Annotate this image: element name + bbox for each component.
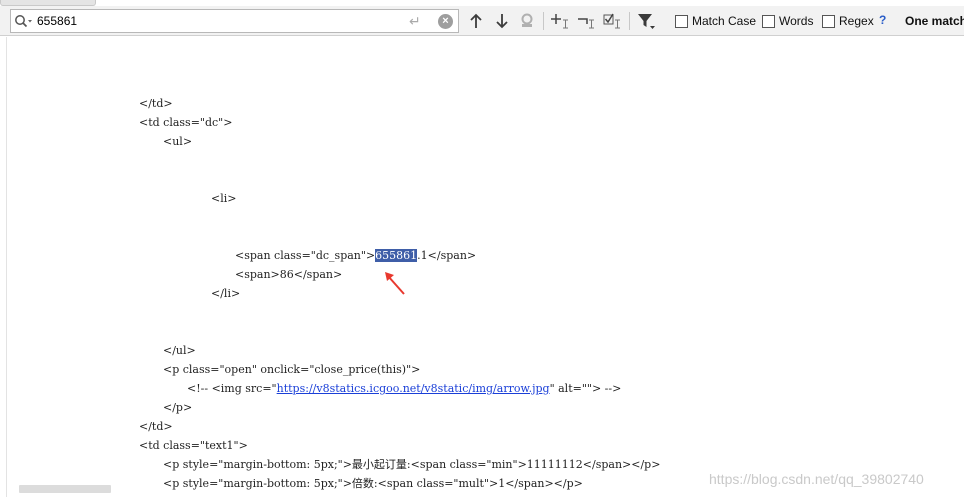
- clear-search-icon[interactable]: ×: [438, 14, 453, 29]
- search-icon[interactable]: [14, 14, 34, 33]
- filter-button[interactable]: [636, 9, 658, 33]
- words-option[interactable]: Words: [762, 12, 813, 30]
- previous-occurrence-button[interactable]: [465, 9, 487, 33]
- code-line: <ul>: [163, 135, 193, 148]
- code-line: <p style="margin-bottom: 5px;">倍数:<span …: [163, 477, 583, 490]
- code-line-comment: <!-- <img src="https://v8statics.icgoo.n…: [187, 382, 621, 396]
- code-line: <td class="dc">: [139, 116, 233, 129]
- regex-checkbox[interactable]: [822, 14, 835, 28]
- image-url-link[interactable]: https://v8statics.icgoo.net/v8static/img…: [277, 382, 550, 395]
- code-line: <p class="open" onclick="close_price(thi…: [163, 363, 421, 376]
- code-text: <span class="dc_span">: [235, 249, 376, 262]
- remove-selection-icon: [578, 18, 594, 29]
- code-line: <li>: [211, 192, 237, 205]
- gutter-divider: [6, 37, 7, 497]
- red-arrow-annotation-icon: [385, 272, 405, 295]
- search-input[interactable]: [37, 12, 397, 30]
- words-label: Words: [779, 14, 814, 28]
- select-all-icon: [603, 13, 620, 29]
- toolbar-separator: [629, 12, 630, 30]
- add-selection-icon: [551, 14, 568, 29]
- code-line: <p style="margin-bottom: 5px;">最小起订量:<sp…: [163, 458, 661, 471]
- code-line: </ul>: [163, 344, 196, 357]
- filter-icon: [638, 14, 655, 29]
- code-text: <!-- <img src=": [187, 382, 277, 395]
- code-line: <td class="text1">: [139, 439, 248, 452]
- add-occurrence-button[interactable]: [550, 9, 572, 33]
- code-text: " alt=""> -->: [549, 382, 622, 395]
- enter-icon: ↵: [409, 13, 421, 29]
- words-checkbox[interactable]: [762, 14, 775, 28]
- find-in-path-button[interactable]: [516, 9, 538, 33]
- find-bar: ↵ × Match Case Words Regex ? One match: [0, 6, 964, 36]
- regex-label: Regex: [839, 14, 874, 28]
- code-line: </td>: [139, 97, 173, 110]
- search-match-highlight: 655861: [375, 249, 418, 262]
- horizontal-scrollbar[interactable]: [19, 485, 111, 493]
- arrow-down-icon: [496, 14, 508, 29]
- regex-help-link[interactable]: ?: [879, 13, 886, 27]
- code-text: .1</span>: [417, 249, 477, 262]
- code-line: </li>: [211, 287, 241, 300]
- match-case-label: Match Case: [692, 14, 757, 28]
- search-box[interactable]: ↵ ×: [10, 9, 459, 33]
- code-line: <span>86</span>: [235, 268, 343, 281]
- find-all-icon: [521, 13, 533, 27]
- code-line: </td>: [139, 420, 173, 433]
- next-occurrence-button[interactable]: [491, 9, 513, 33]
- code-editor[interactable]: </td> <td class="dc"> <ul> <li> <span cl…: [0, 37, 964, 497]
- toolbar-separator: [543, 12, 544, 30]
- watermark: https://blog.csdn.net/qq_39802740: [709, 471, 924, 487]
- match-case-option[interactable]: Match Case: [675, 12, 756, 30]
- arrow-up-icon: [470, 13, 482, 28]
- remove-occurrence-button[interactable]: [576, 9, 598, 33]
- code-line-match: <span class="dc_span">655861.1</span>: [235, 249, 476, 263]
- select-all-occurrences-button[interactable]: [602, 9, 624, 33]
- match-case-checkbox[interactable]: [675, 14, 688, 28]
- regex-option[interactable]: Regex: [822, 12, 874, 30]
- match-count: One match: [905, 14, 964, 28]
- code-line: </p>: [163, 401, 193, 414]
